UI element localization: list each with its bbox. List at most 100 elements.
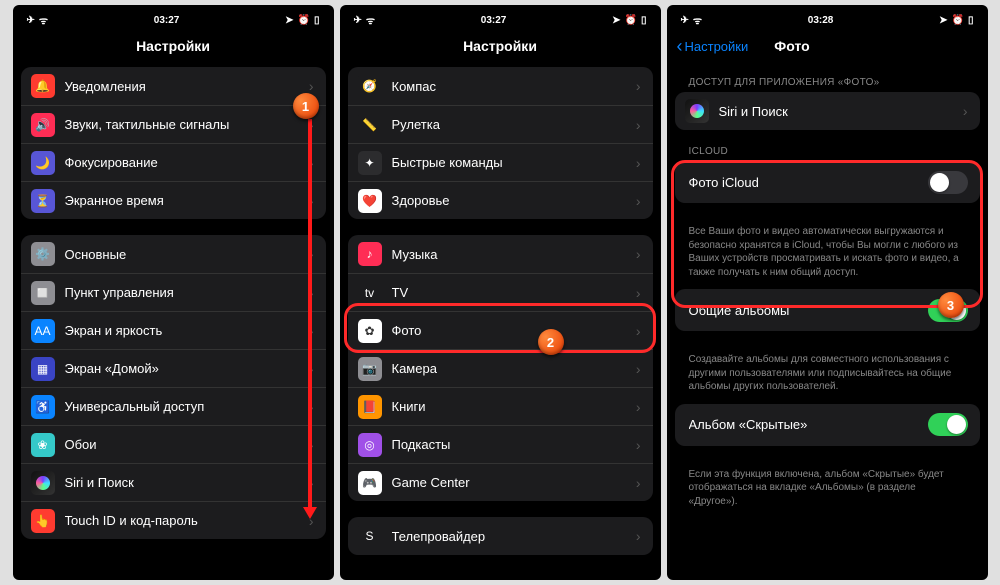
screen-1-settings: ✈︎ᯤ 03:27 ➤⏰▯ Настройки 🔔Уведомления›🔊Зв… — [13, 5, 334, 580]
location-icon: ➤ — [939, 15, 947, 26]
switch-icloud-photo[interactable] — [928, 171, 968, 194]
chevron-right-icon: › — [636, 437, 641, 453]
status-time: 03:27 — [375, 15, 612, 26]
row-label: Пункт управления — [65, 285, 309, 300]
settings-group-tvprovider: S Телепровайдер› — [348, 517, 653, 555]
row-label: Общие альбомы — [689, 303, 928, 318]
row-hidden-album[interactable]: Альбом «Скрытые» — [675, 404, 980, 446]
group-siri: Siri и Поиск › — [675, 92, 980, 130]
row-label: Экран «Домой» — [65, 361, 309, 376]
row-label: Универсальный доступ — [65, 399, 309, 414]
alarm-icon: ⏰ — [298, 15, 310, 26]
group-hidden-album: Альбом «Скрытые» — [675, 404, 980, 446]
app-icon: 📏 — [358, 113, 382, 137]
switch-hidden-album[interactable] — [928, 413, 968, 436]
location-icon: ➤ — [612, 15, 620, 26]
row-label: Основные — [65, 247, 309, 262]
settings-group-notifications: 🔔Уведомления›🔊Звуки, тактильные сигналы›… — [21, 67, 326, 219]
app-icon: 🌙 — [31, 151, 55, 175]
footer-shared: Создавайте альбомы для совместного испол… — [675, 347, 980, 404]
settings-row[interactable]: 📕Книги› — [348, 387, 653, 425]
settings-row[interactable]: ▦Экран «Домой»› — [21, 349, 326, 387]
app-icon: ▦ — [31, 357, 55, 381]
app-icon — [31, 471, 55, 495]
settings-row[interactable]: ⚙️Основные› — [21, 235, 326, 273]
settings-row[interactable]: 👆Touch ID и код-пароль› — [21, 501, 326, 539]
settings-row[interactable]: 🧭Компас› — [348, 67, 653, 105]
airplane-icon: ✈︎ — [27, 15, 35, 26]
app-icon: S — [358, 524, 382, 548]
chevron-right-icon: › — [963, 103, 968, 119]
scroll-arrow-icon — [303, 119, 317, 519]
settings-row[interactable]: ♪Музыка› — [348, 235, 653, 273]
page-title: Фото — [774, 38, 809, 54]
settings-row[interactable]: ❤️Здоровье› — [348, 181, 653, 219]
settings-row[interactable]: 📷Камера› — [348, 349, 653, 387]
app-icon: 🎮 — [358, 471, 382, 495]
screen-2-settings-scrolled: ✈︎ᯤ 03:27 ➤⏰▯ Настройки 🧭Компас›📏Рулетка… — [340, 5, 661, 580]
status-time: 03:28 — [702, 15, 939, 26]
page-header: Настройки — [13, 25, 334, 67]
app-icon: ⚙️ — [31, 242, 55, 266]
settings-row[interactable]: ◻️Пункт управления› — [21, 273, 326, 311]
chevron-right-icon: › — [636, 117, 641, 133]
back-button[interactable]: ‹ Настройки — [677, 36, 749, 57]
alarm-icon: ⏰ — [625, 15, 637, 26]
settings-row[interactable]: ◎Подкасты› — [348, 425, 653, 463]
app-icon: tv — [358, 281, 382, 305]
row-label: Фокусирование — [65, 155, 309, 170]
settings-row[interactable]: 🔔Уведомления› — [21, 67, 326, 105]
battery-icon: ▯ — [314, 15, 320, 26]
row-shared-albums[interactable]: Общие альбомы — [675, 289, 980, 331]
settings-row[interactable]: ❀Обои› — [21, 425, 326, 463]
row-label: Подкасты — [392, 437, 636, 452]
footer-icloud: Все Ваши фото и видео автоматически выгр… — [675, 219, 980, 289]
chevron-right-icon: › — [636, 399, 641, 415]
row-label: Быстрые команды — [392, 155, 636, 170]
row-siri-search[interactable]: Siri и Поиск › — [675, 92, 980, 130]
section-header-access: ДОСТУП ДЛЯ ПРИЛОЖЕНИЯ «ФОТО» — [675, 77, 980, 92]
row-label: Телепровайдер — [392, 529, 636, 544]
settings-row[interactable]: Siri и Поиск› — [21, 463, 326, 501]
settings-row[interactable]: tvTV› — [348, 273, 653, 311]
group-shared-albums: Общие альбомы — [675, 289, 980, 331]
chevron-right-icon: › — [636, 528, 641, 544]
settings-row[interactable]: 🔊Звуки, тактильные сигналы› — [21, 105, 326, 143]
settings-row[interactable]: ✿Фото› — [348, 311, 653, 349]
settings-group-media: ♪Музыка›tvTV›✿Фото›📷Камера›📕Книги›◎Подка… — [348, 235, 653, 501]
row-label: Музыка — [392, 247, 636, 262]
settings-row[interactable]: AAЭкран и яркость› — [21, 311, 326, 349]
screen-3-photo-settings: ✈︎ᯤ 03:28 ➤⏰▯ ‹ Настройки Фото ДОСТУП ДЛ… — [667, 5, 988, 580]
page-title: Настройки — [463, 38, 537, 54]
app-icon: ⏳ — [31, 189, 55, 213]
settings-row[interactable]: ⏳Экранное время› — [21, 181, 326, 219]
settings-row[interactable]: 🎮Game Center› — [348, 463, 653, 501]
row-label: Обои — [65, 437, 309, 452]
app-icon: AA — [31, 319, 55, 343]
alarm-icon: ⏰ — [952, 15, 964, 26]
app-icon: 📷 — [358, 357, 382, 381]
app-icon: ✿ — [358, 319, 382, 343]
settings-row[interactable]: ✦Быстрые команды› — [348, 143, 653, 181]
settings-row[interactable]: 📏Рулетка› — [348, 105, 653, 143]
row-label: Фото iCloud — [689, 175, 928, 190]
app-icon: 🔊 — [31, 113, 55, 137]
app-icon: 🔔 — [31, 74, 55, 98]
step-marker-2: 2 — [538, 329, 564, 355]
app-icon: ✦ — [358, 151, 382, 175]
settings-row[interactable]: S Телепровайдер› — [348, 517, 653, 555]
row-label: Здоровье — [392, 193, 636, 208]
group-icloud-photo: Фото iCloud — [675, 161, 980, 203]
siri-icon — [685, 99, 709, 123]
page-header: Настройки — [340, 25, 661, 67]
chevron-right-icon: › — [636, 361, 641, 377]
settings-row[interactable]: 🌙Фокусирование› — [21, 143, 326, 181]
status-bar: ✈︎ᯤ 03:27 ➤⏰▯ — [13, 5, 334, 25]
page-title: Настройки — [136, 38, 210, 54]
row-icloud-photo[interactable]: Фото iCloud — [675, 161, 980, 203]
status-bar: ✈︎ᯤ 03:27 ➤⏰▯ — [340, 5, 661, 25]
battery-icon: ▯ — [968, 15, 974, 26]
row-label: Звуки, тактильные сигналы — [65, 117, 309, 132]
settings-row[interactable]: ♿Универсальный доступ› — [21, 387, 326, 425]
settings-group-general: ⚙️Основные›◻️Пункт управления›AAЭкран и … — [21, 235, 326, 539]
